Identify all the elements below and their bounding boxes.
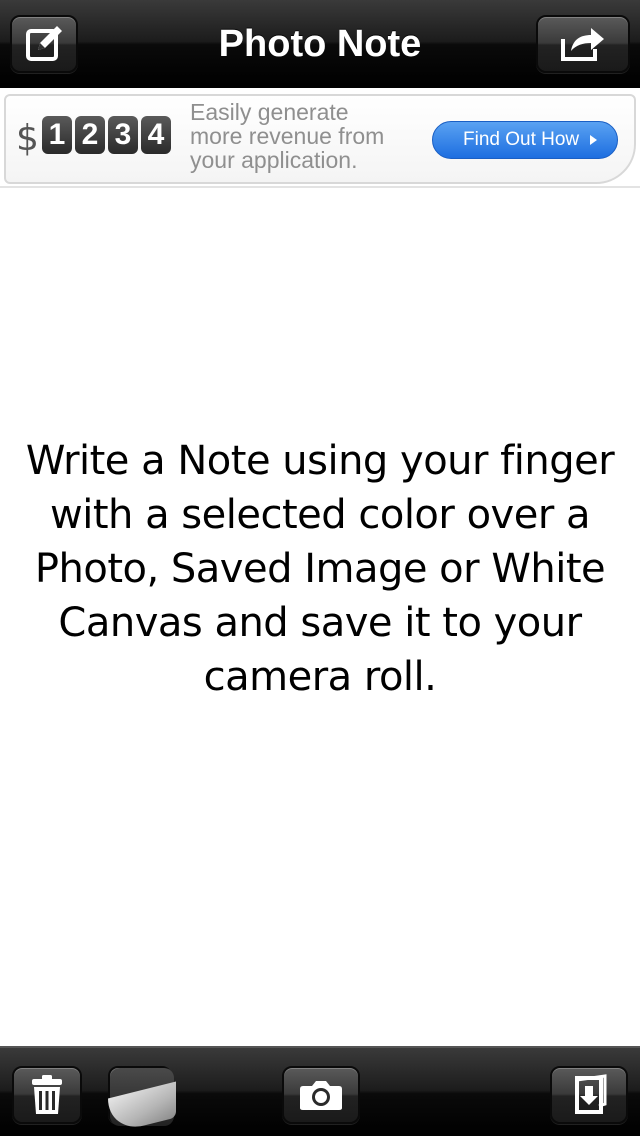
ad-digit: 3 <box>108 116 138 154</box>
camera-button[interactable] <box>282 1066 360 1124</box>
share-button[interactable] <box>536 15 630 73</box>
trash-icon <box>32 1075 62 1114</box>
save-to-roll-icon <box>575 1074 607 1114</box>
delete-button[interactable] <box>12 1066 82 1124</box>
find-out-how-button[interactable]: Find Out How <box>432 121 618 159</box>
note-canvas[interactable]: Write a Note using your finger with a se… <box>0 190 640 1046</box>
ad-copy: Easily generate more revenue from your a… <box>190 100 420 172</box>
page-curl-button[interactable] <box>108 1066 176 1135</box>
ad-copy-line: Easily generate <box>190 99 349 125</box>
find-out-how-label: Find Out How <box>463 129 580 150</box>
ad-digit: 1 <box>42 116 72 154</box>
navigation-bar: Photo Note <box>0 0 640 88</box>
ad-digit: 4 <box>141 116 171 154</box>
page-curl-icon <box>108 1068 176 1135</box>
camera-icon <box>300 1081 342 1110</box>
share-icon <box>561 28 604 61</box>
ad-digit-counter: 1 2 3 4 <box>42 116 171 154</box>
ad-digit: 2 <box>75 116 105 154</box>
bottom-toolbar <box>0 1046 640 1136</box>
chevron-right-icon <box>590 135 597 145</box>
ad-copy-line: your application. <box>190 147 358 173</box>
ad-dollar-sign: $ <box>16 118 39 159</box>
page-curl-flap <box>108 1081 176 1135</box>
save-to-camera-roll-button[interactable] <box>550 1066 628 1124</box>
ad-copy-line: more revenue from <box>190 123 385 149</box>
instructions-text: Write a Note using your finger with a se… <box>25 438 615 700</box>
